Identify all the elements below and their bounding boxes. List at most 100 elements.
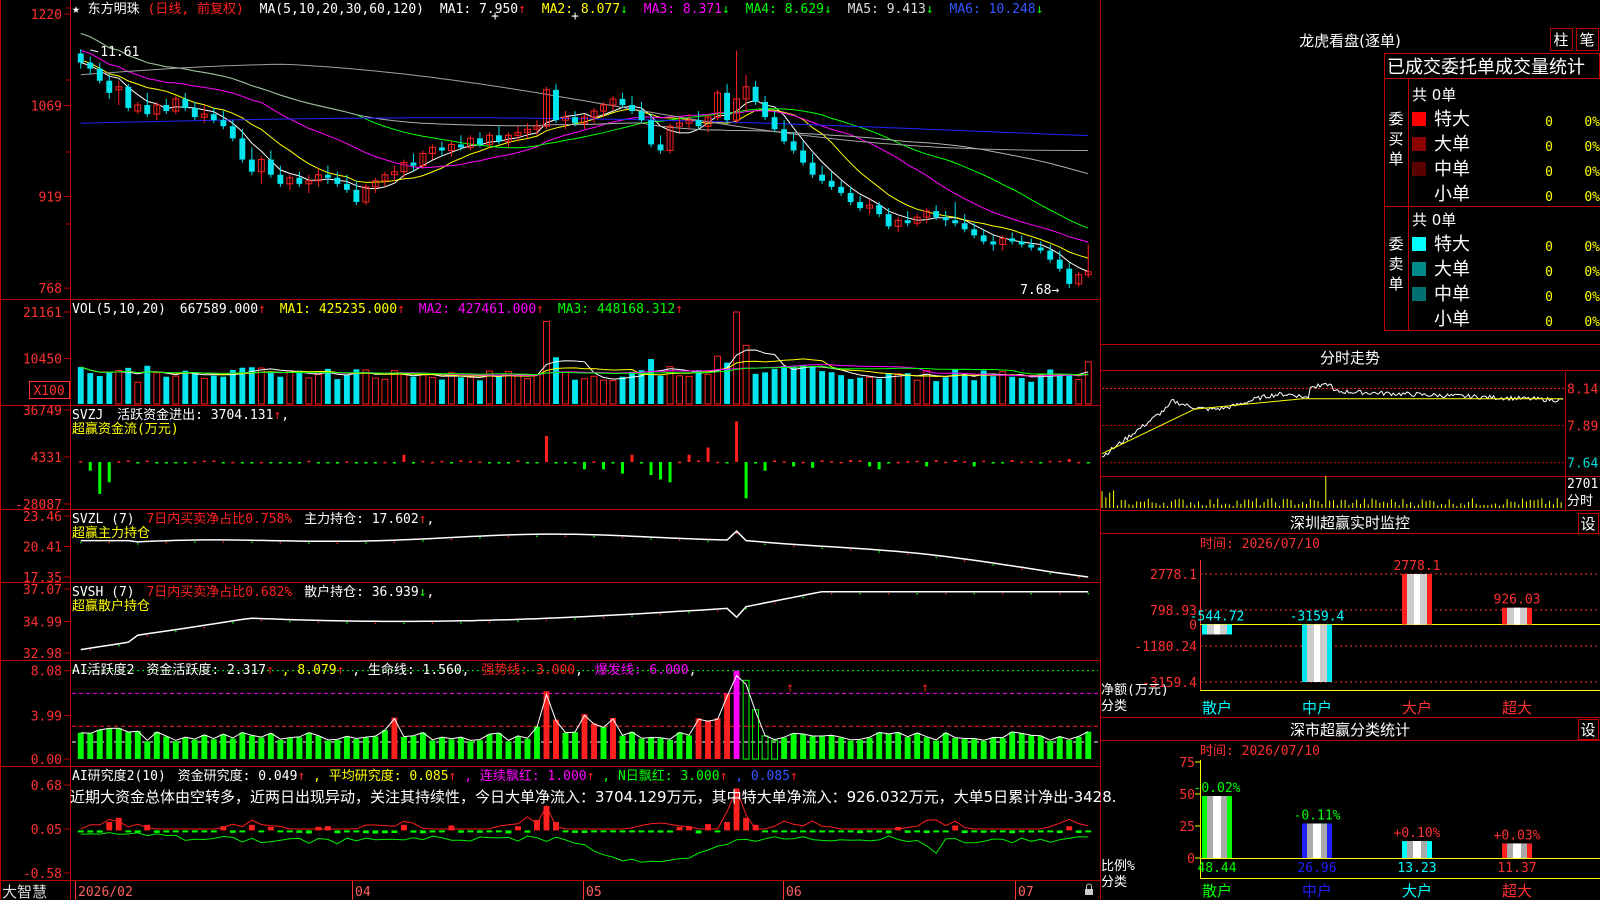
lock-icon[interactable] xyxy=(1085,883,1093,895)
candle[interactable] xyxy=(153,101,161,121)
candle[interactable] xyxy=(638,101,645,124)
candle[interactable] xyxy=(590,108,598,124)
candle[interactable] xyxy=(866,198,874,215)
candle[interactable] xyxy=(400,159,408,178)
ai-activity-panel[interactable]: 8.083.990.00 ↑ ↑ AI活跃度2 资金活跃度: 2.317↑ , 8… xyxy=(31,662,1098,768)
candle[interactable] xyxy=(828,171,835,190)
candle[interactable] xyxy=(419,150,427,169)
candle[interactable] xyxy=(267,150,274,178)
candle[interactable] xyxy=(762,95,769,121)
candle[interactable] xyxy=(990,235,997,251)
candle[interactable] xyxy=(1056,250,1063,272)
realtime-monitor-panel[interactable]: 深圳超赢实时监控 设 时间: 2026/07/10 2778.1798.930-… xyxy=(1100,513,1600,718)
candle[interactable] xyxy=(771,111,778,133)
candle[interactable] xyxy=(742,74,750,112)
candle[interactable] xyxy=(172,95,180,115)
candle[interactable] xyxy=(486,132,493,148)
candle[interactable] xyxy=(381,171,389,187)
candle[interactable] xyxy=(277,165,284,187)
candle[interactable] xyxy=(847,186,854,206)
candle[interactable] xyxy=(790,132,797,154)
candle[interactable] xyxy=(857,195,864,212)
candlesticks[interactable] xyxy=(77,49,1092,289)
candle[interactable] xyxy=(125,83,132,112)
volume-panel[interactable]: 21161 10450 X100 VOL(5,10,20) 667589.000↑ … xyxy=(23,302,1092,405)
candle[interactable] xyxy=(77,49,84,69)
candle[interactable] xyxy=(894,217,902,233)
candle[interactable] xyxy=(819,165,826,184)
candle[interactable] xyxy=(657,135,664,154)
candle[interactable] xyxy=(87,56,94,75)
ai-research-panel[interactable]: 0.68 0.05 -0.58 AI研究度2(10) 资金研究度: 0.049↑ ,… xyxy=(23,768,1117,882)
candle[interactable] xyxy=(438,141,445,157)
candle[interactable] xyxy=(629,95,635,115)
candle[interactable] xyxy=(286,174,294,190)
candle[interactable] xyxy=(838,180,845,196)
intraday-panel[interactable]: 分时走势 8.14 7.89 7.64 27011 分时 xyxy=(1100,344,1600,511)
candle[interactable] xyxy=(800,141,807,166)
candle[interactable] xyxy=(191,101,198,121)
candle[interactable] xyxy=(96,62,103,84)
candle[interactable] xyxy=(952,202,959,227)
candle[interactable] xyxy=(676,117,683,133)
bar-view-button[interactable]: 柱 xyxy=(1550,28,1573,51)
candle[interactable] xyxy=(447,141,455,157)
candle[interactable] xyxy=(980,229,987,245)
candle[interactable] xyxy=(1028,238,1035,251)
classification-stats-panel[interactable]: 深市超赢分类统计 设 时间: 2026/07/10 7550250-0.02%4… xyxy=(1100,719,1600,900)
candle[interactable] xyxy=(695,111,702,130)
candle[interactable] xyxy=(220,111,227,130)
svsh-panel[interactable]: 37.07 34.99 32.98 SVSH (7) 7日内买卖净占比0.682% … xyxy=(23,583,1090,662)
candle[interactable] xyxy=(648,114,654,148)
candle[interactable] xyxy=(257,156,265,184)
price-panel[interactable]: 12201069919768 11.617.68→+ + ★ 东方明珠 (日线, … xyxy=(31,1,1092,298)
candle[interactable] xyxy=(1075,271,1083,287)
candle[interactable] xyxy=(229,120,236,142)
candle[interactable] xyxy=(314,168,322,187)
dragon-tiger-panel[interactable]: 龙虎看盘(逐单) 柱 笔 已成交委托单成交量统计 委买单共 0单特大 0 0%大单 0… xyxy=(1299,28,1600,331)
candle[interactable] xyxy=(466,135,474,151)
candle[interactable] xyxy=(543,86,550,130)
candle[interactable] xyxy=(1037,241,1044,254)
candle[interactable] xyxy=(106,74,113,99)
candle[interactable] xyxy=(961,214,968,233)
candle[interactable] xyxy=(305,174,313,193)
candle[interactable] xyxy=(609,95,617,112)
candle[interactable] xyxy=(390,165,398,181)
candle[interactable] xyxy=(553,83,559,124)
candle[interactable] xyxy=(115,80,123,106)
svzj-panel[interactable]: 367494331-28087 SVZJ 活跃资金进出: 3704.131↑, … xyxy=(15,404,1090,513)
candle[interactable] xyxy=(163,98,170,115)
candle[interactable] xyxy=(514,126,522,142)
candle[interactable] xyxy=(685,114,693,130)
candle[interactable] xyxy=(182,92,189,112)
candle[interactable] xyxy=(885,208,892,230)
candle[interactable] xyxy=(971,223,978,239)
candle[interactable] xyxy=(296,171,303,187)
candle[interactable] xyxy=(362,183,370,206)
candle[interactable] xyxy=(942,211,949,227)
candle[interactable] xyxy=(1066,262,1073,289)
candle[interactable] xyxy=(1084,244,1092,278)
candle[interactable] xyxy=(752,80,759,106)
svzl-panel[interactable]: 23.4620.4117.35 SVZL (7) 7日内买卖净占比0.758% … xyxy=(23,510,1089,586)
candle[interactable] xyxy=(876,202,883,218)
candle[interactable] xyxy=(248,147,255,175)
candle[interactable] xyxy=(1009,232,1016,245)
candle[interactable] xyxy=(1018,235,1025,248)
tick-view-button[interactable]: 笔 xyxy=(1576,28,1599,51)
candle[interactable] xyxy=(428,144,436,160)
candle[interactable] xyxy=(923,208,931,224)
candle[interactable] xyxy=(210,108,217,124)
candle[interactable] xyxy=(619,92,626,109)
candle[interactable] xyxy=(144,92,151,118)
candle[interactable] xyxy=(371,177,379,193)
candle[interactable] xyxy=(1047,244,1054,263)
candle[interactable] xyxy=(410,153,417,172)
candle[interactable] xyxy=(134,101,142,115)
candle[interactable] xyxy=(324,165,331,184)
stats-settings-button[interactable]: 设 xyxy=(1578,719,1599,740)
candle[interactable] xyxy=(809,153,816,178)
candle[interactable] xyxy=(724,83,731,124)
monitor-settings-button[interactable]: 设 xyxy=(1578,513,1599,534)
